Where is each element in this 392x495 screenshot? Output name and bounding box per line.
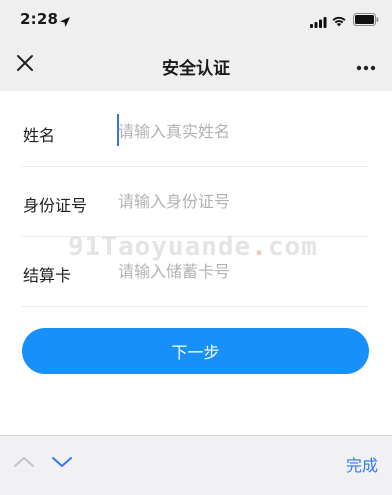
battery-icon — [353, 11, 379, 30]
done-button[interactable]: 完成 — [346, 452, 378, 476]
text-cursor — [117, 114, 119, 146]
cellular-signal-icon — [310, 13, 327, 32]
watermark: 91Taoyuande.com — [68, 232, 318, 262]
location-arrow-icon — [59, 13, 71, 32]
status-bar: 2:28 — [0, 0, 392, 40]
next-step-button[interactable]: 下一步 — [22, 328, 369, 374]
next-field-button[interactable] — [50, 452, 74, 472]
page-title: 安全认证 — [162, 59, 230, 79]
previous-field-button[interactable] — [12, 452, 36, 472]
name-row: 姓名 — [21, 96, 368, 167]
watermark-suffix: com — [267, 232, 318, 262]
id-number-input[interactable] — [118, 184, 358, 218]
chevron-down-icon — [51, 453, 73, 472]
watermark-dot: . — [251, 232, 268, 262]
card-label: 结算卡 — [23, 266, 72, 285]
name-label: 姓名 — [23, 126, 56, 145]
keyboard-accessory-bar: 完成 — [0, 435, 392, 495]
chevron-up-icon — [13, 453, 35, 472]
more-icon — [356, 56, 376, 75]
id-number-row: 身份证号 — [21, 166, 368, 237]
wifi-icon — [331, 12, 347, 31]
watermark-prefix: 91Taoyuande — [68, 232, 252, 262]
nav-bar: 安全认证 — [0, 40, 392, 91]
status-time: 2:28 — [20, 10, 59, 28]
id-number-label: 身份证号 — [23, 196, 88, 215]
more-button[interactable] — [352, 54, 380, 76]
name-input[interactable] — [118, 114, 358, 148]
